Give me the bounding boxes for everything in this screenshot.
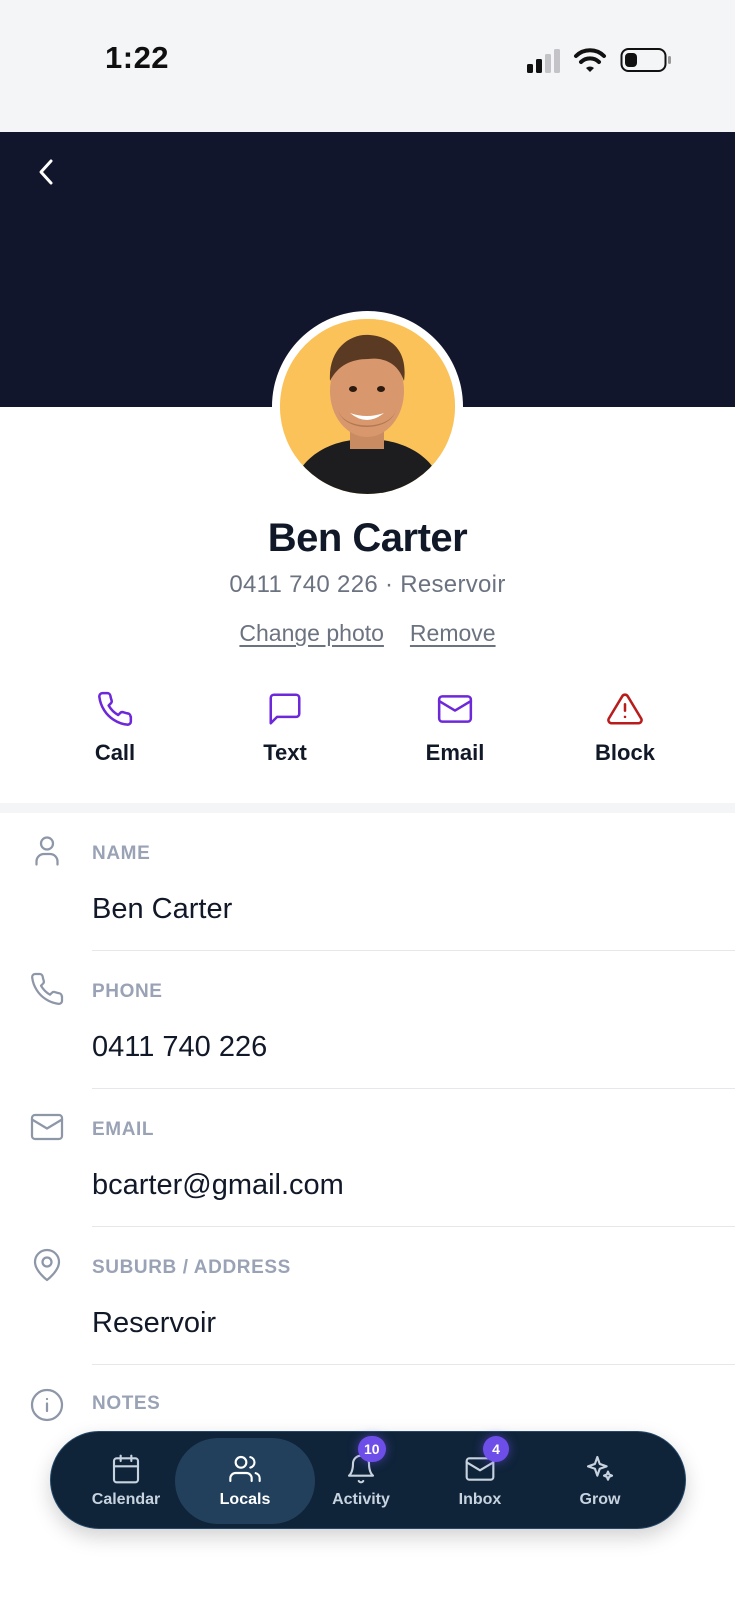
person-icon <box>35 836 59 866</box>
message-icon <box>269 693 301 725</box>
status-bar: 1:22 <box>0 0 735 132</box>
cellular-signal-icon <box>527 49 560 73</box>
notes-field-label: NOTES <box>92 1393 161 1414</box>
bottom-tab-bar: Calendar Locals Activity 10 Inbox 4 Grow <box>50 1431 686 1529</box>
mail-icon <box>437 695 473 723</box>
chevron-left-icon <box>39 159 53 185</box>
photo-links: Change photo Remove <box>0 620 735 647</box>
email-field-value: bcarter@gmail.com <box>92 1169 344 1201</box>
contact-subline: 0411 740 226 · Reservoir <box>229 571 506 598</box>
name-field-value: Ben Carter <box>92 893 233 925</box>
block-button[interactable]: Block <box>540 690 710 780</box>
address-field-label: SUBURB / ADDRESS <box>92 1257 291 1278</box>
tab-locals[interactable]: Locals <box>175 1438 315 1524</box>
name-field[interactable]: NAME Ben Carter <box>0 813 735 951</box>
address-field-value: Reservoir <box>92 1307 217 1339</box>
call-label: Call <box>94 740 136 765</box>
avatar-photo <box>280 319 455 494</box>
name-field-label: NAME <box>92 843 151 864</box>
tab-calendar-label: Calendar <box>91 1491 161 1508</box>
text-label: Text <box>263 740 307 765</box>
phone-icon <box>98 691 133 726</box>
call-button[interactable]: Call <box>30 690 200 780</box>
quick-actions: Call Text Email Block <box>30 690 710 780</box>
tab-activity[interactable]: Activity 10 <box>296 1436 426 1524</box>
tab-grow-label: Grow <box>579 1491 621 1508</box>
people-icon <box>229 1455 261 1483</box>
sparkle-icon <box>586 1455 614 1481</box>
phone-field-label: PHONE <box>92 981 163 1002</box>
info-icon <box>30 1388 64 1422</box>
contact-name: Ben Carter <box>267 516 468 560</box>
phone-field-value: 0411 740 226 <box>92 1031 268 1063</box>
activity-badge: 10 <box>358 1436 386 1462</box>
address-field[interactable]: SUBURB / ADDRESS Reservoir <box>0 1227 735 1365</box>
tab-inbox[interactable]: Inbox 4 <box>415 1436 545 1524</box>
email-field-label: EMAIL <box>92 1119 155 1140</box>
warning-icon <box>607 693 643 725</box>
tab-activity-label: Activity <box>332 1491 390 1508</box>
tab-calendar[interactable]: Calendar <box>61 1438 191 1524</box>
phone-icon <box>31 972 64 1005</box>
text-button[interactable]: Text <box>200 690 370 780</box>
wifi-icon <box>574 48 606 72</box>
location-pin-icon <box>33 1248 61 1282</box>
phone-field[interactable]: PHONE 0411 740 226 <box>0 951 735 1089</box>
status-time: 1:22 <box>105 40 170 75</box>
remove-photo-link[interactable]: Remove <box>410 620 496 647</box>
block-label: Block <box>595 740 655 765</box>
email-label: Email <box>425 740 485 765</box>
calendar-icon <box>112 1454 140 1484</box>
back-button[interactable] <box>28 152 64 192</box>
tab-grow[interactable]: Grow <box>535 1438 665 1524</box>
avatar[interactable] <box>280 319 455 494</box>
email-button[interactable]: Email <box>370 690 540 780</box>
email-field[interactable]: EMAIL bcarter@gmail.com <box>0 1089 735 1227</box>
tab-locals-label: Locals <box>219 1491 271 1508</box>
tab-inbox-label: Inbox <box>458 1491 502 1508</box>
battery-icon <box>620 48 671 72</box>
inbox-badge: 4 <box>483 1436 509 1462</box>
change-photo-link[interactable]: Change photo <box>239 620 384 647</box>
mail-icon <box>30 1113 64 1141</box>
